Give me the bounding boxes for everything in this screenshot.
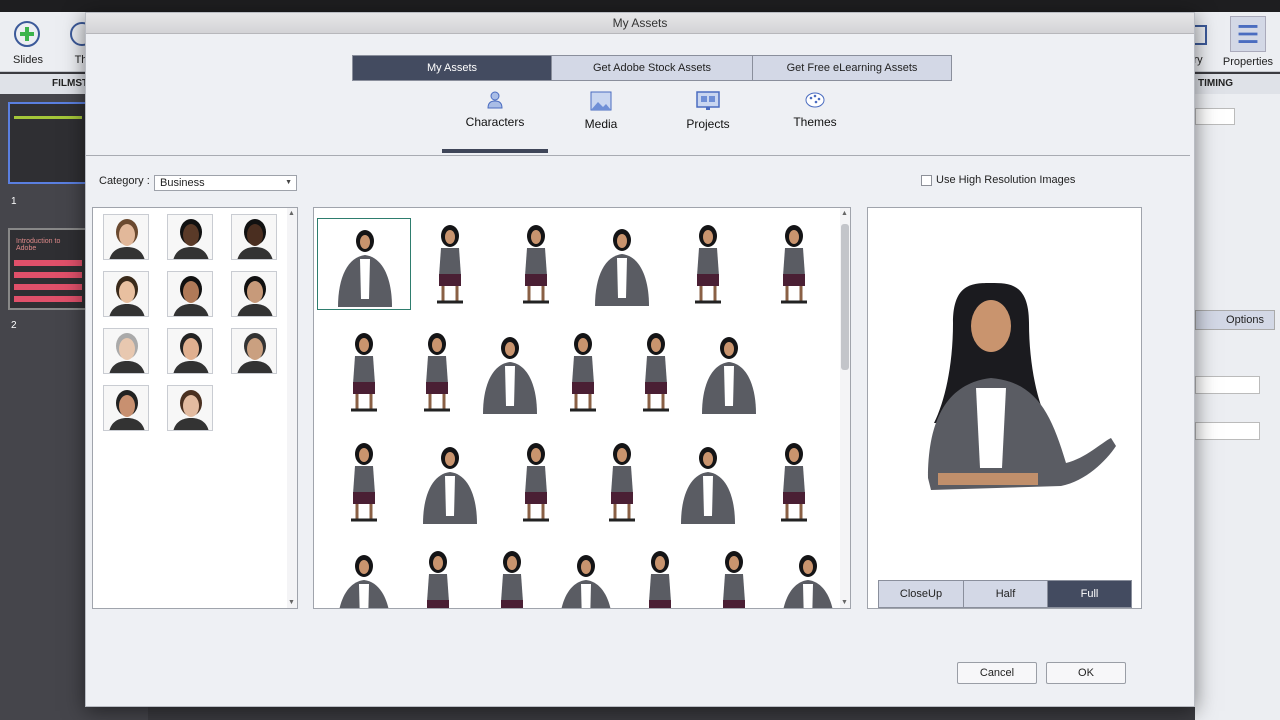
image-icon <box>590 91 612 111</box>
character-thumbnail[interactable] <box>167 328 213 374</box>
pose-thumbnail[interactable] <box>403 436 497 528</box>
pose-thumbnail[interactable] <box>403 218 497 310</box>
app-title-bar <box>0 0 1280 12</box>
character-thumbnail[interactable] <box>167 385 213 431</box>
dropdown-1[interactable] <box>1195 376 1260 394</box>
closeup-button[interactable]: CloseUp <box>879 581 963 607</box>
options-tab[interactable]: Options <box>1195 310 1275 330</box>
palette-icon <box>805 92 825 108</box>
character-thumbnail[interactable] <box>103 271 149 317</box>
category-themes[interactable]: Themes <box>762 91 868 129</box>
pose-thumbnail[interactable] <box>575 218 669 310</box>
slide-thumbnail-1[interactable] <box>8 102 88 184</box>
pose-thumbnail[interactable] <box>489 436 583 528</box>
slide-number: 1 <box>11 196 17 207</box>
pose-thumbnail[interactable] <box>761 544 850 608</box>
view-mode-buttons: CloseUp Half Full <box>878 580 1132 608</box>
character-thumbnail[interactable] <box>231 271 277 317</box>
character-thumbnail[interactable] <box>167 271 213 317</box>
properties-panel: Options <box>1195 94 1280 720</box>
scroll-down-icon[interactable]: ▼ <box>288 599 295 606</box>
scroll-thumb[interactable] <box>841 224 849 370</box>
slides-label: Slides <box>13 54 43 66</box>
category-projects[interactable]: Projects <box>655 91 761 131</box>
character-preview <box>867 207 1142 609</box>
my-assets-dialog: My Assets My Assets Get Adobe Stock Asse… <box>85 12 1195 707</box>
pose-grid: ▲ ▼ <box>313 207 851 609</box>
projects-icon <box>696 91 720 110</box>
properties-icon <box>1230 16 1266 52</box>
character-scrollbar[interactable]: ▲ ▼ <box>287 208 297 608</box>
category-value: Business <box>160 177 205 189</box>
category-label: Media <box>584 117 618 131</box>
pose-thumbnail[interactable] <box>489 218 583 310</box>
preview-character-image <box>928 283 1116 490</box>
properties-label: Properties <box>1222 56 1274 68</box>
dropdown-2[interactable] <box>1195 422 1260 440</box>
pose-thumbnail[interactable] <box>682 326 776 418</box>
character-thumbnail[interactable] <box>167 214 213 260</box>
cancel-button[interactable]: Cancel <box>957 662 1037 684</box>
high-res-checkbox[interactable] <box>921 175 932 186</box>
character-thumbnail[interactable] <box>231 214 277 260</box>
tab-my-assets[interactable]: My Assets <box>353 56 551 80</box>
character-thumbnail[interactable] <box>103 214 149 260</box>
ok-button[interactable]: OK <box>1046 662 1126 684</box>
chevron-down-icon: ▼ <box>285 179 292 186</box>
scroll-up-icon[interactable]: ▲ <box>841 210 848 217</box>
scroll-up-icon[interactable]: ▲ <box>288 210 295 217</box>
character-thumbnail[interactable] <box>103 328 149 374</box>
pose-thumbnail[interactable] <box>661 218 755 310</box>
tab-adobe-stock[interactable]: Get Adobe Stock Assets <box>551 56 752 80</box>
pose-thumbnail[interactable] <box>317 218 411 310</box>
character-list: ▲ ▼ <box>92 207 298 609</box>
pose-thumbnail[interactable] <box>661 436 755 528</box>
tab-free-elearning[interactable]: Get Free eLearning Assets <box>752 56 951 80</box>
slide-thumbnail-2[interactable]: Introduction to Adobe <box>8 228 88 310</box>
high-res-label: Use High Resolution Images <box>936 174 1076 186</box>
category-characters[interactable]: Characters <box>442 91 548 153</box>
properties-button[interactable]: Properties <box>1222 16 1274 68</box>
category-media[interactable]: Media <box>548 91 654 131</box>
slide-title: Introduction to Adobe <box>16 238 61 252</box>
category-label: Category : <box>99 175 150 187</box>
pose-thumbnail[interactable] <box>317 436 411 528</box>
timing-header: TIMING <box>1195 74 1280 94</box>
category-select[interactable]: Business ▼ <box>154 175 297 191</box>
add-slide-icon <box>14 21 40 47</box>
full-button[interactable]: Full <box>1047 581 1131 607</box>
pose-thumbnail[interactable] <box>747 218 841 310</box>
dialog-title: My Assets <box>86 13 1194 34</box>
character-thumbnail[interactable] <box>231 328 277 374</box>
category-label: Projects <box>686 117 730 131</box>
half-button[interactable]: Half <box>963 581 1047 607</box>
category-label: Themes <box>793 115 837 129</box>
source-tabs: My Assets Get Adobe Stock Assets Get Fre… <box>352 55 952 81</box>
person-icon <box>487 91 503 109</box>
category-label: Characters <box>465 115 525 129</box>
character-thumbnail[interactable] <box>103 385 149 431</box>
slides-button[interactable]: Slides <box>8 20 48 66</box>
pose-thumbnail[interactable] <box>747 436 841 528</box>
name-field[interactable] <box>1195 108 1235 125</box>
slide-number: 2 <box>11 320 17 331</box>
divider <box>86 155 1190 156</box>
pose-thumbnail[interactable] <box>575 436 669 528</box>
